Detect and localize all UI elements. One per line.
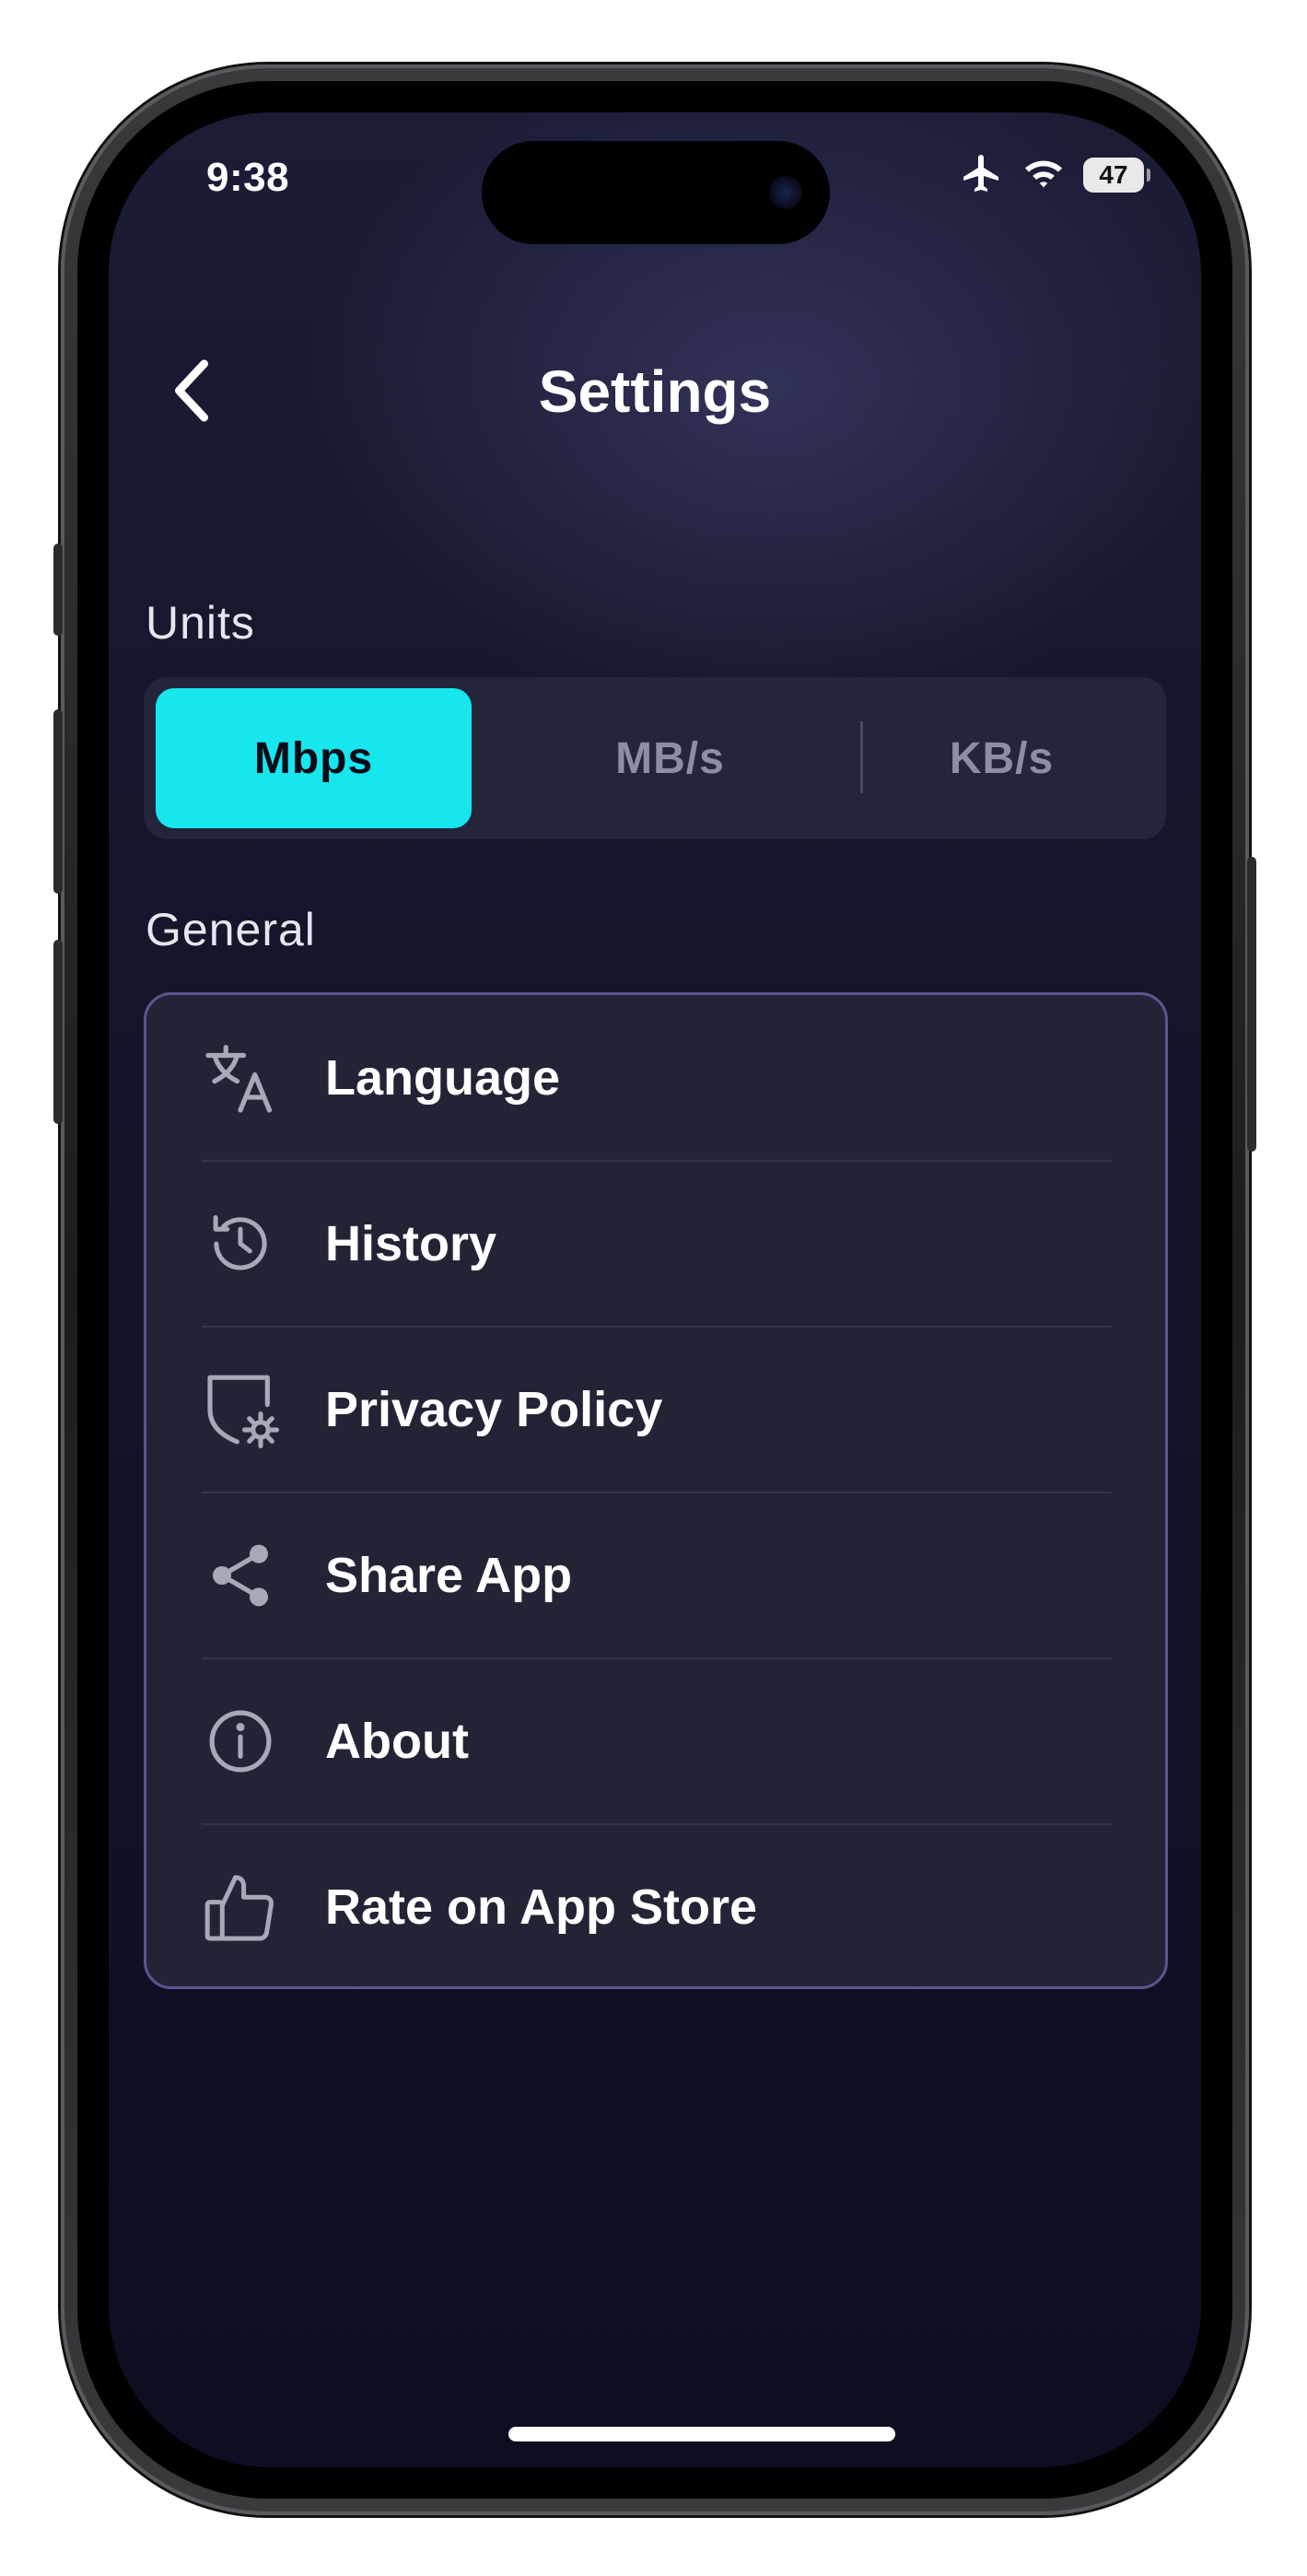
settings-item-share-app[interactable]: Share App	[146, 1493, 1165, 1658]
dynamic-island	[482, 141, 830, 244]
battery-level: 47	[1099, 160, 1128, 189]
unit-option-kb-per-s[interactable]: KB/s	[844, 688, 1160, 828]
side-button	[1247, 857, 1256, 1152]
action-button	[53, 544, 63, 636]
settings-item-label: Share App	[325, 1548, 573, 1603]
settings-item-label: Rate on App Store	[325, 1879, 758, 1935]
settings-item-label: About	[325, 1714, 469, 1769]
wifi-icon	[1021, 155, 1067, 196]
translate-icon	[200, 1037, 281, 1118]
volume-up-button	[53, 709, 63, 894]
settings-item-rate-app[interactable]: Rate on App Store	[146, 1824, 1165, 1990]
page-title: Settings	[538, 358, 772, 425]
screen: 9:38 47 Settings Units Mbps MB/s KB/s Ge…	[109, 112, 1201, 2467]
settings-item-label: History	[325, 1216, 497, 1271]
units-segmented-control: Mbps MB/s KB/s	[144, 677, 1166, 839]
share-icon	[200, 1535, 281, 1616]
general-section-label: General	[146, 904, 316, 955]
phone-frame: 9:38 47 Settings Units Mbps MB/s KB/s Ge…	[53, 64, 1256, 2515]
info-icon	[200, 1701, 281, 1782]
status-icons: 47	[960, 151, 1150, 200]
battery-icon: 47	[1083, 158, 1150, 193]
camera-icon	[769, 176, 802, 209]
settings-item-privacy-policy[interactable]: Privacy Policy	[146, 1327, 1165, 1493]
settings-item-about[interactable]: About	[146, 1658, 1165, 1824]
settings-item-label: Language	[325, 1050, 561, 1106]
volume-down-button	[53, 940, 63, 1124]
settings-item-label: Privacy Policy	[325, 1382, 663, 1437]
home-indicator[interactable]	[508, 2427, 895, 2441]
units-section-label: Units	[146, 597, 255, 649]
settings-item-history[interactable]: History	[146, 1161, 1165, 1327]
shield-gear-icon	[200, 1369, 281, 1450]
unit-option-mb-per-s[interactable]: MB/s	[512, 688, 828, 828]
history-icon	[200, 1203, 281, 1284]
unit-option-mbps[interactable]: Mbps	[156, 688, 472, 828]
airplane-icon	[960, 151, 1004, 200]
settings-item-language[interactable]: Language	[146, 995, 1165, 1161]
thumbs-up-icon	[200, 1867, 281, 1948]
status-time: 9:38	[206, 155, 290, 200]
general-settings-list: Language History Privacy Policy Share Ap…	[144, 992, 1168, 1989]
